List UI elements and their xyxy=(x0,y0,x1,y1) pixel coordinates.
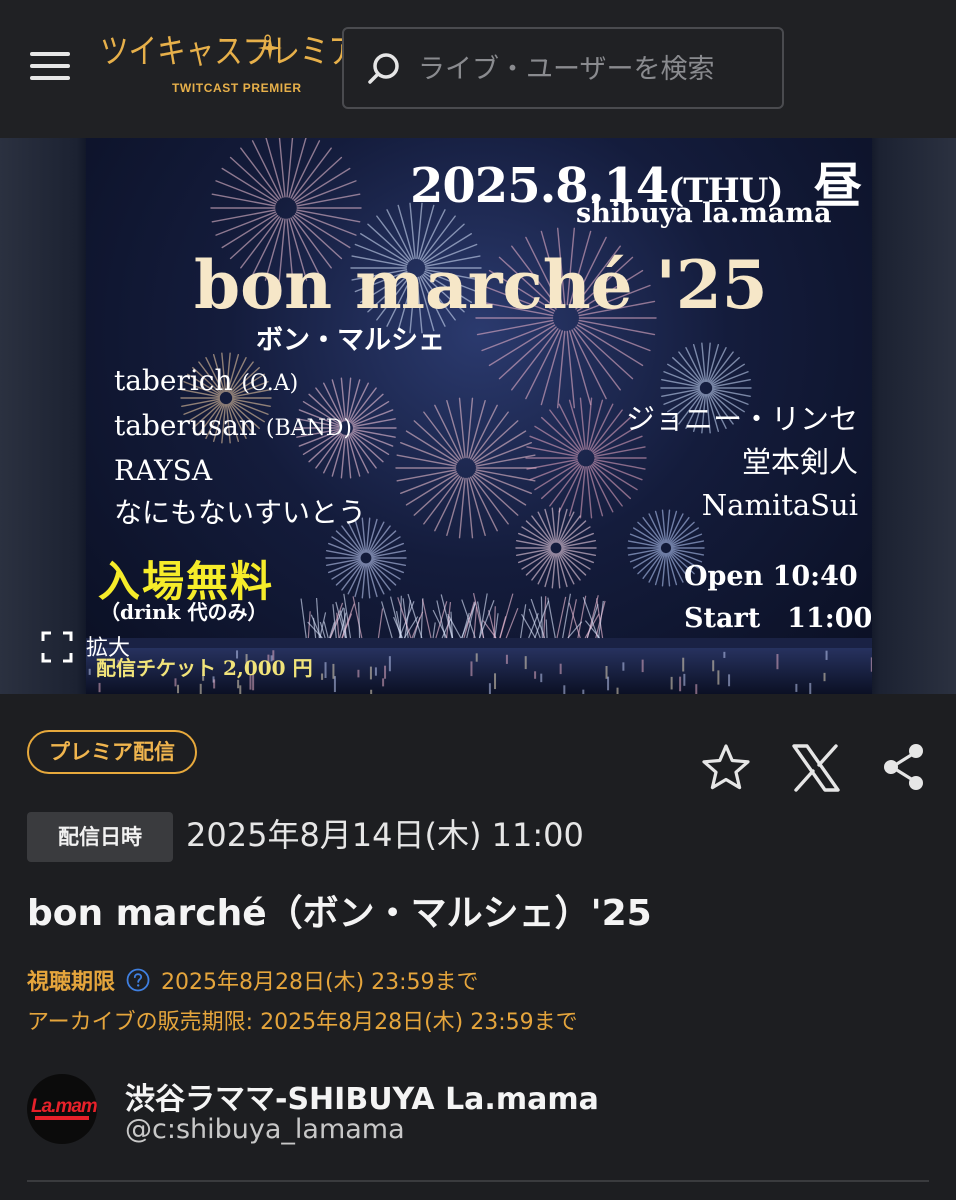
poster-lineup-right: ジョニー・リンセ 堂本剣人 NamitaSui xyxy=(626,398,858,527)
poster-times: Open 10:40 Start 11:00 xyxy=(684,556,872,640)
view-limit-label: 視聴期限 xyxy=(27,970,115,995)
avatar: La.mama xyxy=(27,1074,97,1144)
sparkle-icon xyxy=(258,36,282,60)
search-bar[interactable] xyxy=(342,27,784,109)
x-share-button[interactable] xyxy=(788,740,844,796)
hero-image-area: 2025.8.14(THU) 昼 shibuya la.mama bon mar… xyxy=(0,138,956,694)
archive-sale-limit: アーカイブの販売期限: 2025年8月28日(木) 23:59まで xyxy=(27,1004,578,1036)
poster-title-kana: ボン・マルシェ xyxy=(256,318,445,357)
search-icon xyxy=(364,49,404,89)
view-limit: 視聴期限 2025年8月28日(木) 23:59まで xyxy=(27,964,479,996)
channel-name: 渋谷ラママ-SHIBUYA La.mama xyxy=(125,1074,599,1118)
view-limit-value: 2025年8月28日(木) 23:59まで xyxy=(161,970,479,995)
x-share-icon xyxy=(788,740,844,796)
help-icon[interactable] xyxy=(126,968,150,992)
expand-button[interactable]: 拡大 xyxy=(40,630,150,670)
premiere-badge: プレミア配信 xyxy=(27,730,197,774)
avatar-logo-text: La.mama xyxy=(31,1096,97,1118)
event-title: bon marché（ボン・マルシェ）'25 xyxy=(27,884,652,936)
logo-subtext: TWITCAST PREMIER xyxy=(172,81,302,95)
fullscreen-icon xyxy=(40,630,74,664)
top-header: ツイキャスプレミア TWITCAST PREMIER xyxy=(0,0,956,138)
twitcast-premier-logo[interactable]: ツイキャスプレミア TWITCAST PREMIER xyxy=(100,30,330,100)
channel-link[interactable]: La.mama 渋谷ラママ-SHIBUYA La.mama @c:shibuya… xyxy=(27,1072,927,1148)
divider xyxy=(27,1180,929,1182)
share-button[interactable] xyxy=(878,740,934,796)
poster-venue: shibuya la.mama xyxy=(576,198,831,229)
favorite-button[interactable] xyxy=(698,740,754,796)
share-icon xyxy=(878,740,934,796)
broadcast-date-label: 配信日時 xyxy=(27,812,173,862)
poster-drink-note: （drink 代のみ） xyxy=(100,596,267,625)
search-input[interactable] xyxy=(416,43,770,95)
channel-handle: @c:shibuya_lamama xyxy=(125,1114,405,1145)
favorite-star-icon xyxy=(698,740,754,796)
event-poster: 2025.8.14(THU) 昼 shibuya la.mama bon mar… xyxy=(86,138,872,694)
poster-title: bon marché '25 xyxy=(194,246,768,324)
hamburger-menu-icon[interactable] xyxy=(30,52,70,82)
expand-label: 拡大 xyxy=(86,630,130,662)
broadcast-date-value: 2025年8月14日(木) 11:00 xyxy=(186,812,584,858)
poster-lineup-left: taberich (O.A) taberusan (BAND) RAYSA なに… xyxy=(114,360,366,534)
